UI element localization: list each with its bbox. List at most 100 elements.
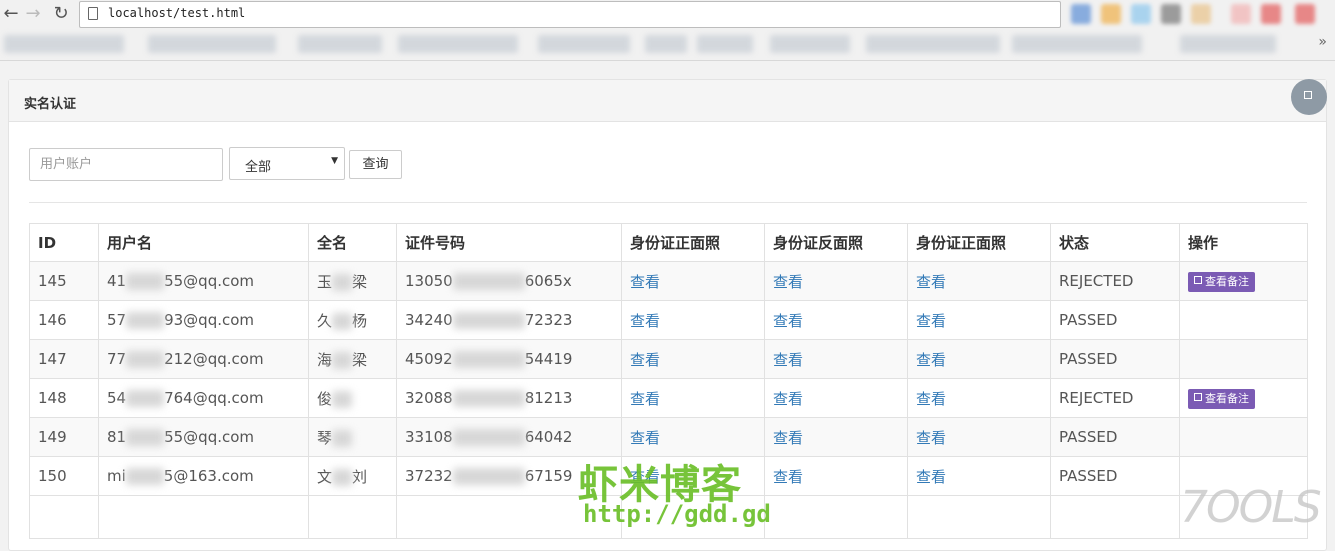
username-suffix: 55@qq.com — [164, 428, 255, 446]
cell-id-front-2: 查看 — [907, 339, 1051, 379]
cell-action — [1179, 417, 1308, 457]
extension-icon[interactable] — [1131, 4, 1151, 24]
cell-fullname: 海梁 — [308, 339, 397, 379]
cell-id-back: 查看 — [764, 339, 908, 379]
extension-icon[interactable] — [1101, 4, 1121, 24]
panel-header: 实名认证 — [9, 80, 1326, 122]
cell-id-number: 13050 6065x — [396, 261, 622, 301]
id-number-prefix: 13050 — [405, 272, 453, 290]
cell-id-front-2: 查看 — [907, 300, 1051, 340]
cell-username: 81 55@qq.com — [98, 417, 309, 457]
view-front-2-link[interactable]: 查看 — [916, 390, 946, 408]
redacted-blur — [452, 273, 525, 290]
status-select[interactable]: 全部 ▼ — [229, 147, 345, 180]
bookmark-item[interactable] — [697, 35, 753, 53]
id-number-suffix: 6065x — [524, 272, 572, 290]
view-front-link[interactable]: 查看 — [630, 351, 660, 369]
bookmark-item[interactable] — [1012, 35, 1142, 53]
view-front-link[interactable]: 查看 — [630, 273, 660, 291]
extension-icon[interactable] — [1161, 4, 1181, 24]
cell-id: 145 — [29, 261, 99, 301]
view-front-link[interactable]: 查看 — [630, 312, 660, 330]
view-back-link[interactable]: 查看 — [773, 351, 803, 369]
view-back-link[interactable]: 查看 — [773, 390, 803, 408]
fullname-first: 玉 — [317, 272, 333, 291]
view-back-link[interactable]: 查看 — [773, 468, 803, 486]
cell-id-back: 查看 — [764, 378, 908, 418]
bookmark-item[interactable] — [770, 35, 850, 53]
bookmark-item[interactable] — [538, 35, 630, 53]
extension-icon[interactable] — [1071, 4, 1091, 24]
note-square-icon — [1194, 392, 1202, 401]
view-front-2-link[interactable]: 查看 — [916, 273, 946, 291]
cell-action — [1179, 339, 1308, 379]
account-search-input[interactable] — [29, 148, 223, 181]
redacted-blur — [332, 273, 353, 291]
cell-status: PASSED — [1050, 456, 1180, 496]
cell-id: 147 — [29, 339, 99, 379]
watermark-tools-logo: 7OOLS — [1180, 482, 1322, 533]
fullname-first: 琴 — [317, 428, 333, 447]
extension-icon[interactable] — [1295, 4, 1315, 24]
extension-icon[interactable] — [1261, 4, 1281, 24]
view-front-link[interactable]: 查看 — [630, 390, 660, 408]
query-button[interactable]: 查询 — [349, 150, 402, 179]
reload-icon[interactable]: ↻ — [50, 3, 72, 25]
extension-icon[interactable] — [1191, 4, 1211, 24]
cell-id-front: 查看 — [621, 300, 765, 340]
redacted-blur — [332, 312, 353, 330]
back-arrow-icon[interactable]: ← — [0, 3, 22, 25]
address-bar[interactable]: localhost/test.html — [79, 1, 1061, 28]
id-number-suffix: 67159 — [524, 467, 573, 485]
cell-id-number: 33108 64042 — [396, 417, 622, 457]
username-prefix: 57 — [107, 311, 127, 329]
id-number-prefix: 37232 — [405, 467, 453, 485]
cell-action: 查看备注 — [1179, 378, 1308, 418]
table-row: 148 54 764@qq.com 俊 32088 81213 查看 查看 查看 R… — [29, 378, 1308, 418]
username-prefix: 81 — [107, 428, 127, 446]
view-front-2-link[interactable]: 查看 — [916, 429, 946, 447]
view-note-button[interactable]: 查看备注 — [1188, 388, 1255, 409]
view-back-link[interactable]: 查看 — [773, 312, 803, 330]
bookmark-item[interactable] — [298, 35, 382, 53]
cell-status: REJECTED — [1050, 378, 1180, 418]
bookmarks-overflow-icon[interactable]: » — [1318, 34, 1327, 50]
cell-status: PASSED — [1050, 300, 1180, 340]
redacted-blur — [126, 351, 165, 368]
cell-id-back: 查看 — [764, 417, 908, 457]
fullname-first: 海 — [317, 350, 333, 369]
cell-status: PASSED — [1050, 339, 1180, 379]
id-number-suffix: 81213 — [524, 389, 573, 407]
cell-id: 146 — [29, 300, 99, 340]
username-suffix: 764@qq.com — [164, 389, 264, 407]
redacted-blur — [452, 429, 525, 446]
panel-title: 实名认证 — [24, 97, 77, 112]
cell-action — [1179, 300, 1308, 340]
view-note-label: 查看备注 — [1205, 391, 1249, 405]
view-front-2-link[interactable]: 查看 — [916, 468, 946, 486]
view-front-link[interactable]: 查看 — [630, 429, 660, 447]
redacted-blur — [125, 468, 164, 485]
view-back-link[interactable]: 查看 — [773, 273, 803, 291]
view-note-button[interactable]: 查看备注 — [1188, 271, 1255, 292]
redacted-blur — [452, 468, 525, 485]
view-back-link[interactable]: 查看 — [773, 429, 803, 447]
extension-icon[interactable] — [1231, 4, 1251, 24]
column-header-username: 用户名 — [98, 223, 309, 262]
bookmark-item[interactable] — [4, 35, 124, 53]
redacted-blur — [332, 429, 353, 447]
cell-status: PASSED — [1050, 417, 1180, 457]
floating-square-icon[interactable] — [1291, 79, 1327, 115]
column-header-id-front: 身份证正面照 — [621, 223, 765, 262]
bookmark-item[interactable] — [866, 35, 1000, 53]
view-front-2-link[interactable]: 查看 — [916, 351, 946, 369]
bookmark-item[interactable] — [645, 35, 687, 53]
view-front-2-link[interactable]: 查看 — [916, 312, 946, 330]
id-number-prefix: 45092 — [405, 350, 453, 368]
forward-arrow-icon[interactable]: → — [22, 3, 44, 25]
bookmark-item[interactable] — [1180, 35, 1276, 53]
column-header-id-number: 证件号码 — [396, 223, 622, 262]
note-square-icon — [1194, 275, 1202, 284]
bookmark-item[interactable] — [398, 35, 518, 53]
bookmark-item[interactable] — [148, 35, 276, 53]
